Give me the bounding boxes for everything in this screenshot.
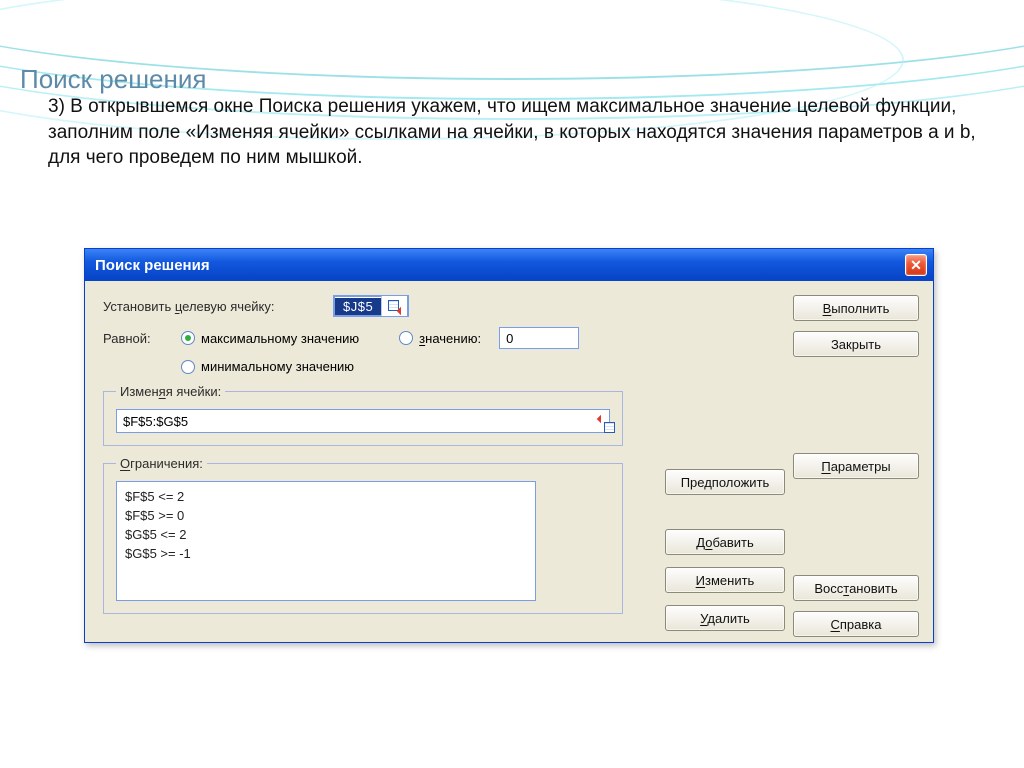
changing-cells-value: $F$5:$G$5 — [123, 414, 188, 429]
change-button[interactable]: Изменить — [665, 567, 785, 593]
target-cell-input[interactable]: $J$5 — [333, 295, 409, 317]
label-equal-to: Равной: — [103, 331, 181, 346]
constraints-group: Ограничения: $F$5 <= 2 $F$5 >= 0 $G$5 <=… — [103, 456, 623, 614]
radio-value-label: значению: — [419, 331, 481, 346]
constraints-legend: Ограничения: — [116, 456, 207, 471]
constraint-row[interactable]: $G$5 <= 2 — [125, 526, 527, 545]
delete-button[interactable]: Удалить — [665, 605, 785, 631]
params-button[interactable]: Параметры — [793, 453, 919, 479]
changing-cells-legend: Изменяя ячейки: — [116, 384, 225, 399]
radio-value[interactable]: значению: — [399, 331, 481, 346]
constraint-row[interactable]: $F$5 <= 2 — [125, 488, 527, 507]
slide-body-text: 3) В открывшемся окне Поиска решения ука… — [48, 94, 984, 171]
dialog-title: Поиск решения — [95, 257, 210, 274]
constraints-list[interactable]: $F$5 <= 2 $F$5 >= 0 $G$5 <= 2 $G$5 >= -1 — [116, 481, 536, 601]
radio-dot-icon — [399, 331, 413, 345]
add-button[interactable]: Добавить — [665, 529, 785, 555]
radio-dot-icon — [181, 360, 195, 374]
dialog-titlebar[interactable]: Поиск решения ✕ — [85, 249, 933, 281]
radio-min-label: минимальному значению — [201, 359, 354, 374]
constraint-row[interactable]: $G$5 >= -1 — [125, 545, 527, 564]
target-cell-value: $J$5 — [335, 298, 381, 315]
suggest-button[interactable]: Предположить — [665, 469, 785, 495]
solver-dialog: Поиск решения ✕ Установить целевую ячейк… — [84, 248, 934, 643]
radio-dot-icon — [181, 331, 195, 345]
close-icon[interactable]: ✕ — [905, 254, 927, 276]
radio-max-label: максимальному значению — [201, 331, 359, 346]
radio-min[interactable]: минимальному значению — [181, 359, 354, 374]
execute-button[interactable]: Выполнить — [793, 295, 919, 321]
slide-title: Поиск решения — [20, 64, 206, 95]
close-button[interactable]: Закрыть — [793, 331, 919, 357]
changing-cells-group: Изменяя ячейки: $F$5:$G$5 — [103, 384, 623, 446]
value-input[interactable] — [499, 327, 579, 349]
constraint-row[interactable]: $F$5 >= 0 — [125, 507, 527, 526]
help-button[interactable]: Справка — [793, 611, 919, 637]
label-set-target: Установить целевую ячейку: — [103, 299, 333, 314]
range-picker-icon[interactable] — [381, 296, 407, 316]
restore-button[interactable]: Восстановить — [793, 575, 919, 601]
changing-cells-input[interactable]: $F$5:$G$5 — [116, 409, 610, 433]
radio-max[interactable]: максимальному значению — [181, 331, 359, 346]
